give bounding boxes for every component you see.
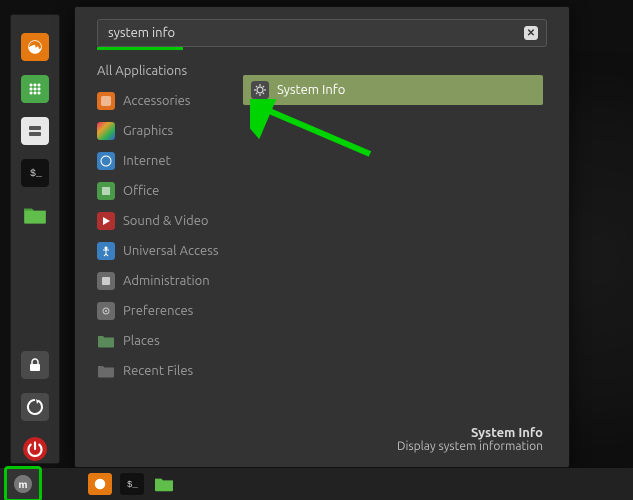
category-label: Sound & Video xyxy=(123,214,209,228)
category-preferences[interactable]: Preferences xyxy=(97,301,233,321)
category-office[interactable]: Office xyxy=(97,181,233,201)
settings-icon[interactable] xyxy=(21,117,49,145)
search-field-wrap[interactable]: ✕ xyxy=(97,19,547,47)
result-system-info[interactable]: System Info xyxy=(243,75,543,105)
gear-icon xyxy=(251,81,269,99)
accessories-icon xyxy=(97,92,115,110)
tooltip-title: System Info xyxy=(397,426,543,440)
terminal-icon[interactable]: $_ xyxy=(21,159,49,187)
category-all-applications[interactable]: All Applications xyxy=(97,61,233,81)
taskbar-files-icon[interactable] xyxy=(152,473,176,495)
places-icon xyxy=(97,332,115,350)
category-internet[interactable]: Internet xyxy=(97,151,233,171)
svg-text:$_: $_ xyxy=(127,480,138,490)
recent-files-icon xyxy=(97,362,115,380)
internet-icon xyxy=(97,152,115,170)
favorites-panel: $_ xyxy=(10,14,60,464)
category-label: Internet xyxy=(123,154,171,168)
category-list: All Applications Accessories Graphics In… xyxy=(97,61,233,381)
logout-icon[interactable] xyxy=(21,393,49,421)
search-underline-accent xyxy=(97,47,183,50)
power-icon[interactable] xyxy=(21,435,49,463)
category-label: All Applications xyxy=(97,64,187,78)
firefox-icon[interactable] xyxy=(21,33,49,61)
result-label: System Info xyxy=(277,83,345,97)
tooltip-description: Display system information xyxy=(397,440,543,453)
software-manager-icon[interactable] xyxy=(21,75,49,103)
clear-search-icon[interactable]: ✕ xyxy=(524,26,538,40)
sound-video-icon xyxy=(97,212,115,230)
category-graphics[interactable]: Graphics xyxy=(97,121,233,141)
graphics-icon xyxy=(97,122,115,140)
files-icon[interactable] xyxy=(21,201,49,229)
annotation-arrow xyxy=(250,99,380,169)
taskbar-firefox-icon[interactable] xyxy=(88,473,112,495)
lock-screen-icon[interactable] xyxy=(21,351,49,379)
office-icon xyxy=(97,182,115,200)
mint-menu-popup: ✕ All Applications Accessories Graphics … xyxy=(74,6,570,468)
search-results: System Info xyxy=(243,75,543,105)
search-input[interactable] xyxy=(106,25,524,41)
universal-access-icon xyxy=(97,242,115,260)
taskbar-terminal-icon[interactable]: $_ xyxy=(120,473,144,495)
administration-icon xyxy=(97,272,115,290)
category-recent-files[interactable]: Recent Files xyxy=(97,361,233,381)
category-accessories[interactable]: Accessories xyxy=(97,91,233,111)
category-administration[interactable]: Administration xyxy=(97,271,233,291)
category-universal-access[interactable]: Universal Access xyxy=(97,241,233,261)
result-tooltip: System Info Display system information xyxy=(397,426,543,453)
mint-menu-button[interactable]: m xyxy=(4,466,42,500)
svg-text:$_: $_ xyxy=(30,168,43,180)
preferences-icon xyxy=(97,302,115,320)
category-sound-video[interactable]: Sound & Video xyxy=(97,211,233,231)
category-label: Accessories xyxy=(123,94,190,108)
category-label: Graphics xyxy=(123,124,173,138)
category-label: Office xyxy=(123,184,159,198)
category-label: Places xyxy=(123,334,160,348)
category-label: Universal Access xyxy=(123,244,218,258)
svg-text:m: m xyxy=(19,480,28,491)
category-places[interactable]: Places xyxy=(97,331,233,351)
category-label: Preferences xyxy=(123,304,193,318)
category-label: Administration xyxy=(123,274,210,288)
taskbar: m $_ xyxy=(0,468,633,500)
category-label: Recent Files xyxy=(123,364,193,378)
